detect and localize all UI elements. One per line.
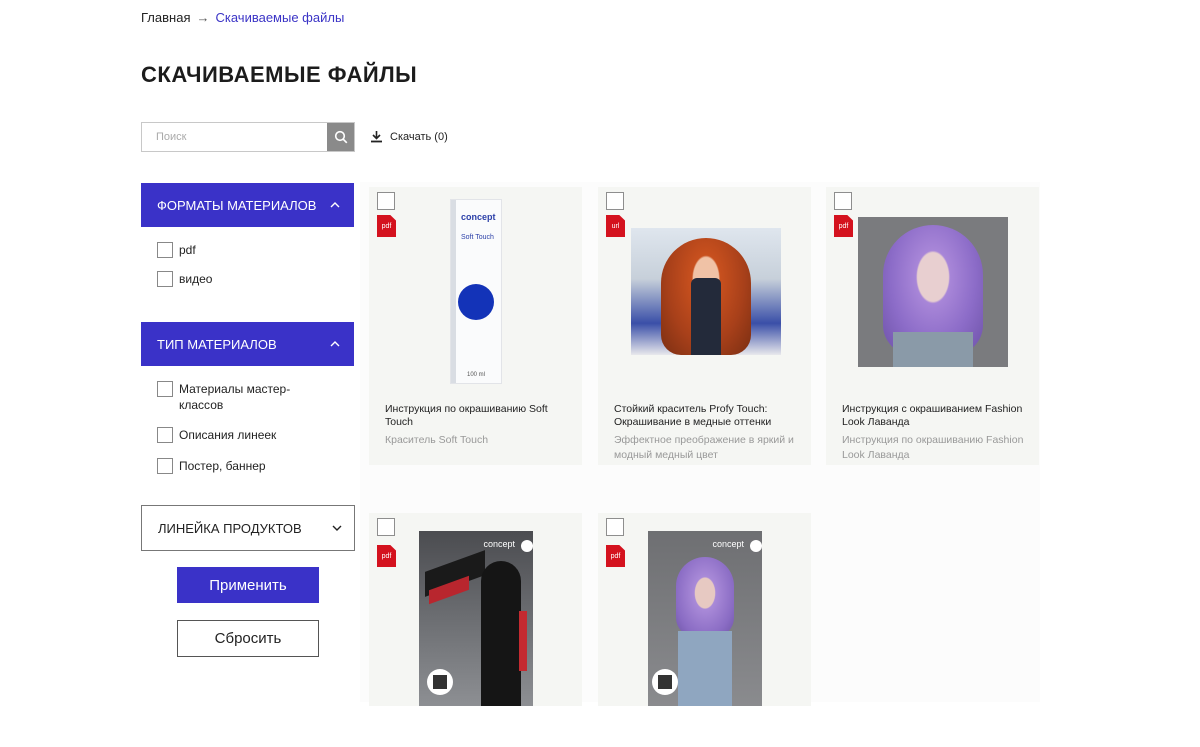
- card-checkbox[interactable]: [377, 192, 395, 210]
- filter-option-video[interactable]: видео: [157, 271, 212, 287]
- filter-formats-list: pdf видео: [157, 242, 212, 300]
- option-label: Материалы мастер-классов: [179, 382, 291, 412]
- product-name: Soft Touch: [461, 234, 494, 241]
- card-checkbox[interactable]: [606, 518, 624, 536]
- brand-logo: concept: [712, 539, 744, 549]
- product-line-label: ЛИНЕЙКА ПРОДУКТОВ: [158, 520, 302, 536]
- search-button[interactable]: [327, 123, 354, 151]
- search-box: [141, 122, 355, 152]
- brand-logo: concept: [483, 539, 515, 549]
- filter-types-header[interactable]: ТИП МАТЕРИАЛОВ: [141, 322, 354, 366]
- filter-option-line-descriptions[interactable]: Описания линеек: [157, 427, 307, 443]
- file-card[interactable]: pdf Инструкция с окрашиванием Fashion Lo…: [826, 187, 1039, 465]
- search-input[interactable]: [142, 123, 327, 151]
- url-icon: url: [606, 215, 625, 237]
- chevron-down-icon: [332, 525, 342, 531]
- card-description: Эффектное преображение в яркий и модный …: [614, 434, 794, 461]
- chevron-up-icon: [330, 202, 340, 208]
- breadcrumb-current: Скачиваемые файлы: [215, 10, 345, 25]
- option-label: Постер, баннер: [179, 459, 266, 473]
- option-label: pdf: [179, 243, 196, 257]
- option-label: видео: [179, 272, 213, 286]
- card-title: Инструкция с окрашиванием Fashion Look Л…: [842, 403, 1023, 428]
- filter-option-masterclass[interactable]: Материалы мастер-классов: [157, 381, 307, 413]
- filter-formats-header[interactable]: ФОРМАТЫ МАТЕРИАЛОВ: [141, 183, 354, 227]
- checkbox[interactable]: [157, 271, 173, 287]
- card-checkbox[interactable]: [606, 192, 624, 210]
- card-title: Инструкция по окрашиванию Soft Touch: [385, 403, 548, 428]
- brand-logo: concept: [461, 212, 496, 222]
- reset-button[interactable]: Сбросить: [177, 620, 319, 657]
- option-label: Описания линеек: [179, 428, 277, 442]
- card-checkbox[interactable]: [834, 192, 852, 210]
- filter-option-poster[interactable]: Постер, баннер: [157, 458, 307, 474]
- product-tube-image: concept Soft Touch 100 ml: [450, 199, 502, 384]
- download-label: Скачать (0): [390, 130, 448, 143]
- filter-types-list: Материалы мастер-классов Описания линеек…: [157, 381, 307, 487]
- breadcrumb: Главная → Скачиваемые файлы: [141, 10, 344, 25]
- pdf-icon: pdf: [377, 215, 396, 237]
- pdf-icon: pdf: [377, 545, 396, 567]
- filter-types-title: ТИП МАТЕРИАЛОВ: [157, 336, 277, 352]
- poster-lavender-hair: concept: [648, 531, 762, 706]
- file-card[interactable]: pdf concept Soft Touch 100 ml Инструкция…: [369, 187, 582, 465]
- download-button[interactable]: Скачать (0): [370, 130, 448, 143]
- copper-hair-photo: [631, 228, 781, 355]
- file-card[interactable]: url Стойкий краситель Profy Touch: Окраш…: [598, 187, 811, 465]
- card-description: Инструкция по окрашиванию Fashion Look Л…: [842, 434, 1024, 461]
- download-icon: [371, 131, 382, 143]
- color-swatch: [458, 284, 494, 320]
- lavender-hair-photo: [858, 217, 1008, 367]
- pdf-icon: pdf: [606, 545, 625, 567]
- checkbox[interactable]: [157, 242, 173, 258]
- product-line-dropdown[interactable]: ЛИНЕЙКА ПРОДУКТОВ: [141, 505, 355, 551]
- file-card[interactable]: pdf concept: [598, 513, 811, 706]
- volume-label: 100 ml: [467, 372, 486, 378]
- breadcrumb-arrow-icon: →: [196, 10, 210, 25]
- checkbox[interactable]: [157, 458, 173, 474]
- filter-formats-title: ФОРМАТЫ МАТЕРИАЛОВ: [157, 197, 317, 213]
- card-checkbox[interactable]: [377, 518, 395, 536]
- search-icon: [334, 130, 347, 144]
- checkbox[interactable]: [157, 381, 173, 397]
- chevron-up-icon: [330, 341, 340, 347]
- checkbox[interactable]: [157, 427, 173, 443]
- page-title: СКАЧИВАЕМЫЕ ФАЙЛЫ: [141, 62, 418, 87]
- breadcrumb-home-link[interactable]: Главная: [141, 10, 190, 25]
- apply-button[interactable]: Применить: [177, 567, 319, 603]
- pdf-icon: pdf: [834, 215, 853, 237]
- card-title: Стойкий краситель Profy Touch: Окрашиван…: [614, 403, 772, 428]
- poster-red-hair: concept: [419, 531, 533, 706]
- file-card[interactable]: pdf concept: [369, 513, 582, 706]
- card-description: Краситель Soft Touch: [385, 434, 489, 446]
- filter-option-pdf[interactable]: pdf: [157, 242, 212, 258]
